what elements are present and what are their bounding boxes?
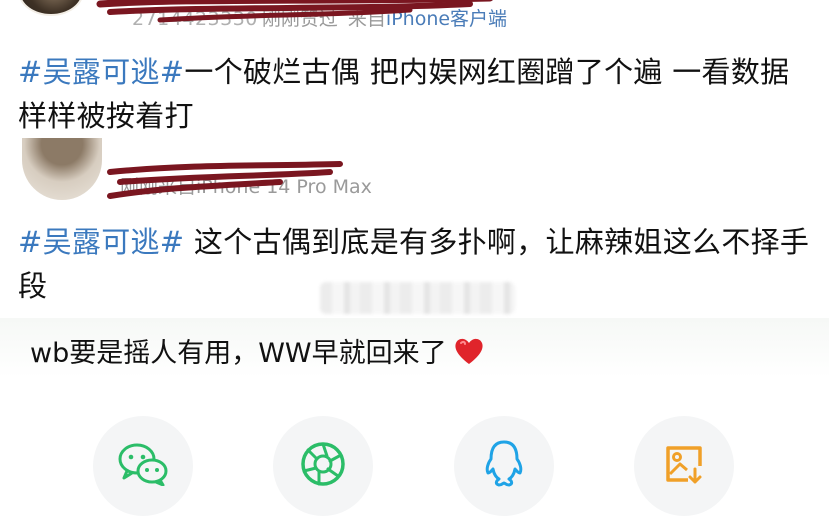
- post1-device: iPhone客户端: [385, 8, 508, 30]
- share-row: [0, 412, 829, 516]
- post1-source-prefix: 来自: [347, 8, 386, 30]
- wechat-icon: [117, 442, 169, 490]
- post2-device: iPhone 14 Pro Max: [196, 176, 372, 198]
- blurred-region: [320, 282, 515, 314]
- save-image-button[interactable]: [634, 416, 734, 516]
- post2-time: 刚刚: [120, 176, 159, 198]
- share-moments-button[interactable]: [273, 416, 373, 516]
- post1-user-id: 2714423330: [132, 8, 258, 30]
- red-heart-icon: [453, 336, 485, 378]
- post1-hashtag[interactable]: #吴露可逃#: [18, 55, 184, 89]
- comment: wb要是摇人有用，WW早就回来了: [30, 334, 485, 378]
- post1-body: #吴露可逃#一个破烂古偶 把内娱网红圈蹭了个遍 一看数据样样被按着打: [18, 50, 818, 138]
- post2-hashtag[interactable]: #吴露可逃#: [18, 225, 184, 259]
- post2-avatar[interactable]: [22, 138, 102, 200]
- post2-source-prefix: 来自: [158, 176, 197, 198]
- share-qq-button[interactable]: [454, 416, 554, 516]
- moments-icon: [299, 440, 347, 492]
- post1-time: 刚刚赞过: [261, 8, 338, 30]
- post1-avatar[interactable]: [18, 0, 84, 16]
- post2-meta: 刚刚来自iPhone 14 Pro Max: [120, 172, 372, 199]
- comment-text: wb要是摇人有用，WW早就回来了: [30, 338, 447, 369]
- post1-meta: 2714423330 刚刚赞过 来自iPhone客户端: [132, 4, 507, 31]
- qq-icon: [484, 439, 524, 493]
- save-image-icon: [662, 442, 706, 490]
- share-wechat-button[interactable]: [93, 416, 193, 516]
